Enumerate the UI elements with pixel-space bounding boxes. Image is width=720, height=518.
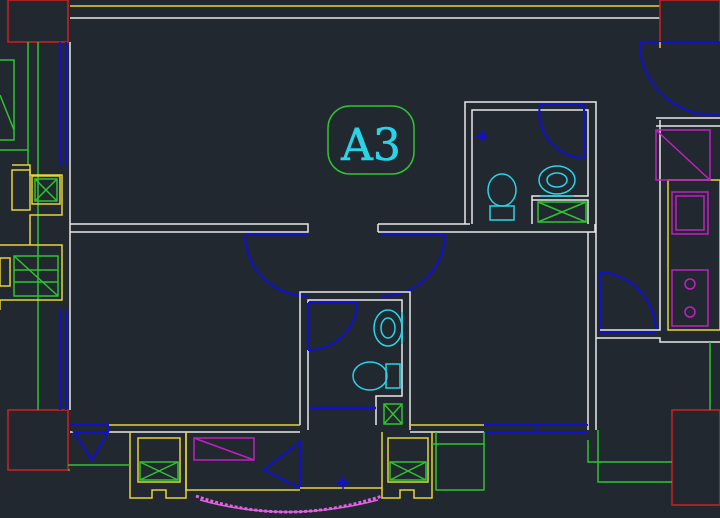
- column-bottom-left: [7, 409, 69, 471]
- column-top-left: [7, 0, 69, 43]
- toilet-icon-main: [352, 361, 401, 391]
- kitchen-sink: [671, 191, 709, 235]
- room-label-text: A3: [340, 120, 401, 171]
- top-edge-lines: [70, 5, 660, 19]
- ac-unit-bottom-left: [137, 437, 181, 483]
- bottom-facade: [68, 424, 588, 514]
- structural-columns: [7, 0, 720, 506]
- cad-viewport[interactable]: A3: [0, 0, 720, 518]
- bedroom-doors: [244, 234, 446, 298]
- floor-plan: A3: [0, 0, 720, 514]
- ensuite-bathroom: [464, 101, 597, 224]
- left-exterior-wall: [0, 42, 71, 410]
- sink-icon: [538, 165, 576, 197]
- right-wing: [587, 41, 720, 483]
- ac-unit-bottom-right: [387, 437, 429, 483]
- room-label[interactable]: A3: [327, 105, 415, 175]
- bedroom-partition: [70, 223, 596, 233]
- basin-icon: [373, 309, 403, 347]
- floor-drain-icon: [476, 130, 488, 142]
- column-bottom-right: [671, 409, 720, 506]
- main-bathroom: [299, 291, 411, 430]
- toilet-icon: [487, 173, 517, 221]
- column-top-right: [659, 0, 720, 43]
